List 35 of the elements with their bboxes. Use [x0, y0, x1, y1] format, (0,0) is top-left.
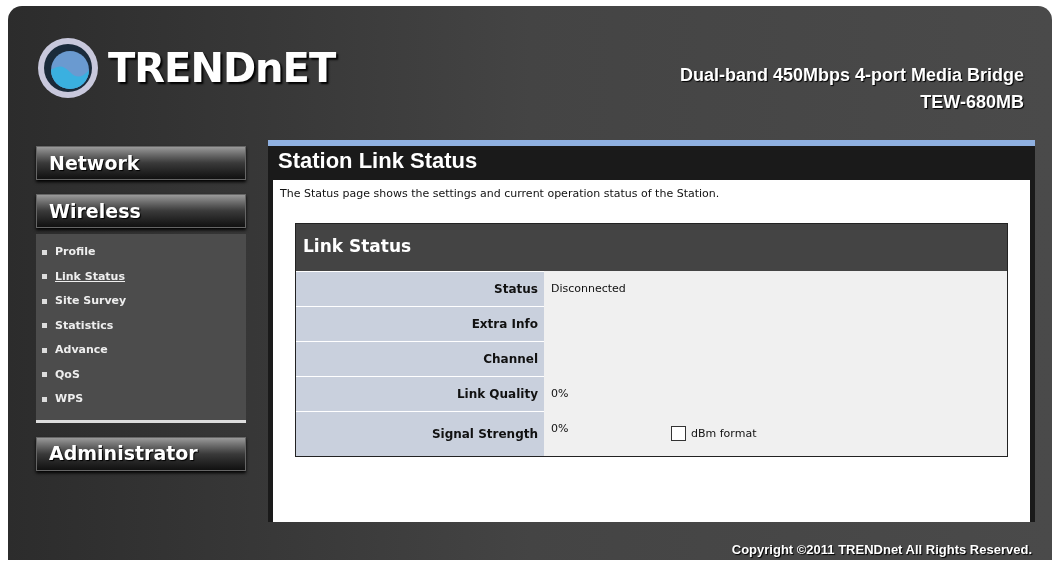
- checkbox-label: dBm format: [691, 425, 757, 442]
- table-label-cell: Link Quality: [296, 375, 544, 411]
- product-name: Dual-band 450Mbps 4-port Media Bridge: [679, 64, 1024, 87]
- checkbox[interactable]: [671, 426, 686, 442]
- menu-section-button[interactable]: Wireless: [36, 194, 246, 228]
- page-title: Station Link Status: [277, 147, 479, 175]
- page-description: The Status page shows the settings and current operation status of the Station.: [280, 186, 721, 202]
- submenu-link[interactable]: Profile: [36, 244, 246, 261]
- table-value: Disconnected: [551, 280, 627, 297]
- bullet-icon: [42, 372, 47, 378]
- table-label-cell: Channel: [296, 340, 544, 376]
- submenu-link[interactable]: Site Survey: [36, 293, 246, 310]
- bullet-icon: [42, 347, 47, 353]
- table-value: 0%: [551, 385, 570, 402]
- globe-logo-icon: [36, 36, 100, 100]
- bullet-icon: [42, 396, 47, 402]
- bullet-icon: [42, 298, 47, 304]
- table-title: Link Status: [296, 223, 1007, 271]
- submenu-link[interactable]: Advance: [36, 342, 246, 359]
- table-label-cell: Signal Strength: [296, 410, 544, 456]
- submenu-link[interactable]: WPS: [36, 391, 246, 408]
- submenu-link[interactable]: Link Status: [36, 268, 246, 285]
- submenu-link[interactable]: Statistics: [36, 317, 246, 334]
- table-value: 0%: [551, 420, 570, 437]
- bullet-icon: [42, 274, 47, 280]
- bullet-icon: [42, 249, 47, 255]
- bullet-icon: [42, 323, 47, 329]
- logo-text: TRENDnET: [108, 44, 336, 93]
- submenu-link[interactable]: QoS: [36, 366, 246, 383]
- model-name: TEW-680MB: [920, 91, 1024, 114]
- copyright-text: Copyright ©2011 TRENDnet All Rights Reserved.: [731, 541, 1032, 559]
- menu-section-button[interactable]: Administrator: [36, 436, 246, 471]
- table-label-cell: Extra Info: [296, 305, 544, 341]
- table-label-cell: Status: [296, 270, 544, 306]
- menu-section-button[interactable]: Network: [36, 146, 246, 180]
